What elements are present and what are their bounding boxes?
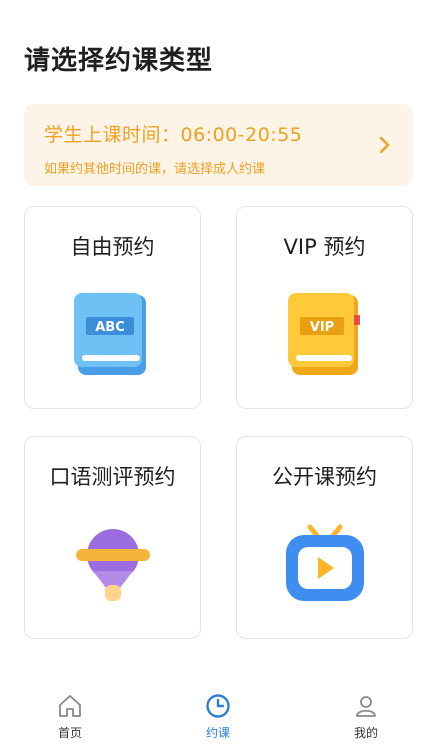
- clock-icon: [206, 694, 230, 718]
- card-label: VIP 预约: [283, 235, 366, 259]
- user-icon: [356, 696, 376, 717]
- tab-label: 我的: [353, 726, 378, 740]
- svg-text:VIP: VIP: [309, 320, 333, 335]
- card-label: 口语测评预约: [49, 465, 176, 489]
- tab-booking[interactable]: 约课: [178, 690, 258, 750]
- page-title: 请选择约课类型: [24, 46, 214, 76]
- student-time-banner[interactable]: 学生上课时间：06:00-20:55 如果约其他时间的课，请选择成人约课: [24, 104, 413, 186]
- home-icon: [59, 695, 81, 717]
- bottom-tab-bar: 首页 约课 我的: [0, 690, 435, 750]
- card-oral-assessment[interactable]: 口语测评预约: [24, 436, 201, 639]
- microphone-icon: [75, 529, 150, 601]
- abc-book-icon: ABC: [73, 293, 146, 375]
- card-label: 自由预约: [70, 235, 155, 259]
- card-label: 公开课预约: [272, 465, 377, 489]
- banner-title: 学生上课时间：06:00-20:55: [44, 124, 303, 146]
- card-open-class[interactable]: 公开课预约: [236, 436, 413, 639]
- banner-subtitle: 如果约其他时间的课，请选择成人约课: [44, 162, 266, 177]
- card-vip-booking[interactable]: VIP 预约 VIP: [236, 206, 413, 409]
- tab-home[interactable]: 首页: [30, 690, 110, 750]
- tv-play-icon: [285, 524, 364, 601]
- card-free-booking[interactable]: 自由预约 ABC: [24, 206, 201, 409]
- chevron-right-icon[interactable]: [373, 134, 395, 156]
- tab-mine[interactable]: 我的: [326, 690, 406, 750]
- svg-text:ABC: ABC: [95, 320, 125, 335]
- tab-label: 首页: [57, 726, 82, 740]
- vip-book-icon: VIP: [287, 293, 360, 375]
- tab-label: 约课: [205, 726, 230, 740]
